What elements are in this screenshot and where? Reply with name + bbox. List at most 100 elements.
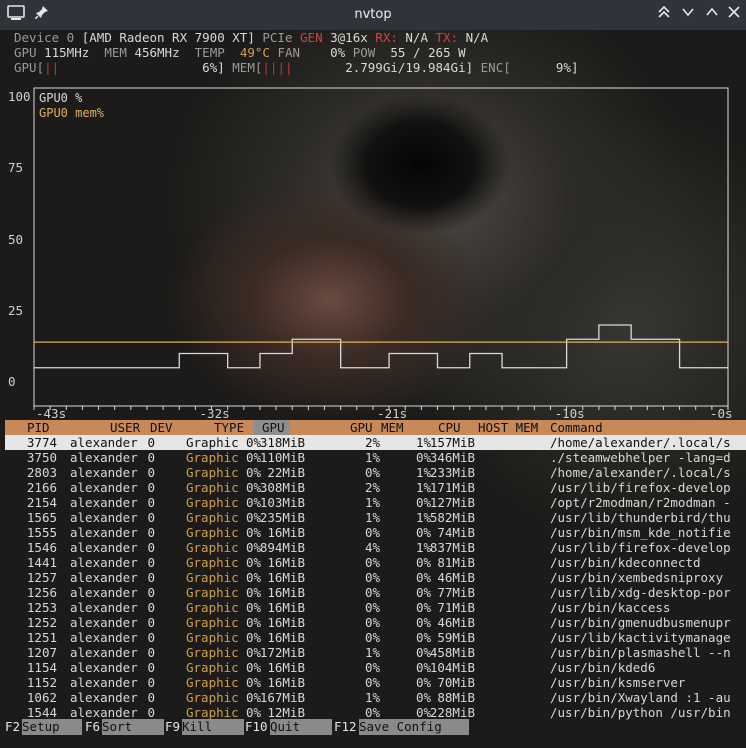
table-row[interactable]: 1546 alexander 0 Graphic 0% 894MiB 4% 1% 837MiB /… — [5, 540, 746, 555]
fkey-sort-button[interactable]: Sort — [102, 719, 164, 735]
cell-type: Graphic — [186, 645, 239, 660]
table-row[interactable]: 1152 alexander 0 Graphic 0% 16MiB 0% 0% 70MiB/us… — [5, 675, 746, 690]
col-cpu[interactable]: CPU — [438, 420, 461, 435]
power-label: POW — [352, 45, 376, 60]
cell-host-mem: 74MiB — [437, 525, 475, 540]
cell-gpu-mem: 16MiB — [267, 585, 305, 600]
table-row[interactable]: 1544 alexander 0 Graphic 0% 12MiB 0% 0% 228MiB/u… — [5, 705, 746, 720]
fkey-f9: F9 — [165, 719, 181, 734]
cell-host-mem: 59MiB — [437, 630, 475, 645]
pcie-label: PCIe — [262, 30, 293, 45]
table-row[interactable]: 2154 alexander 0 Graphic 0% 103MiB 1% 0% 127MiB /… — [5, 495, 746, 510]
col-command[interactable]: Command — [550, 420, 603, 435]
table-row[interactable]: 3750 alexander 0 Graphic 0% 110MiB 1% 0% 346MiB.… — [5, 450, 746, 465]
cell-user: alexander — [70, 690, 138, 705]
cell-user: alexander — [70, 480, 138, 495]
cell-command: /usr/bin/msm_kde_notifie — [550, 525, 731, 540]
cell-host-mem: 71MiB — [437, 600, 475, 615]
pcie-gen: 3@16x — [330, 30, 368, 45]
minimize-icon[interactable] — [678, 5, 698, 25]
process-table-header[interactable]: PID USER DEV TYPE GPU GPU MEM CPU HOST M… — [5, 420, 746, 435]
fkey-kill-button[interactable]: Kill — [182, 719, 244, 735]
cell-gpu-mem: 16MiB — [267, 555, 305, 570]
gpu-bar-label: GPU[ — [14, 60, 45, 75]
cell-gpu-mem: 16MiB — [267, 675, 305, 690]
table-row[interactable]: 1251 alexander 0 Graphic 0% 16MiB 0% 0% 59MiB/us… — [5, 630, 746, 645]
cell-host-mem: 88MiB — [437, 690, 475, 705]
close-icon[interactable] — [724, 5, 744, 25]
col-type[interactable]: TYPE — [214, 420, 244, 435]
cell-host-mem: 171MiB — [429, 480, 475, 495]
cell-dev: 0 — [147, 450, 155, 465]
cell-dev: 0 — [147, 645, 155, 660]
window-title: nvtop — [354, 7, 392, 22]
cell-gpu-mem: 16MiB — [267, 615, 305, 630]
fkey-save-config-button[interactable]: Save Config — [359, 719, 469, 735]
cell-dev: 0 — [147, 570, 155, 585]
cell-pid: 1555 — [26, 525, 57, 540]
cell-user: alexander — [70, 615, 138, 630]
col-host-mem[interactable]: HOST MEM — [478, 420, 538, 435]
cell-gpu-mem: 308MiB — [259, 480, 305, 495]
mem-clock: 456MHz — [134, 45, 180, 60]
window-titlebar[interactable]: nvtop — [0, 0, 746, 30]
table-row[interactable]: 1253 alexander 0 Graphic 0% 16MiB 0% 0% 71MiB/us… — [5, 600, 746, 615]
cell-dev: 0 — [147, 600, 155, 615]
col-mem[interactable]: MEM — [381, 420, 404, 435]
fkey-f12: F12 — [334, 719, 357, 734]
cell-dev: 0 — [147, 585, 155, 600]
table-row[interactable]: 2803 alexander 0 Graphic 0% 22MiB 0% 1% 233MiB/h… — [5, 465, 746, 480]
fkey-quit-button[interactable]: Quit — [270, 719, 332, 735]
maximize-icon[interactable] — [702, 5, 722, 25]
cell-pid: 1253 — [26, 600, 57, 615]
cell-pid: 1251 — [26, 630, 57, 645]
cell-mem: 1% — [364, 690, 380, 705]
cell-dev: 0 — [147, 675, 155, 690]
gpu-clock-label: GPU — [14, 45, 37, 60]
cell-type: Graphic — [186, 615, 239, 630]
table-row[interactable]: 1257 alexander 0 Graphic 0% 16MiB 0% 0% 46MiB/us… — [5, 570, 746, 585]
table-row[interactable]: 1256 alexander 0 Graphic 0% 16MiB 0% 0% 77MiB/us… — [5, 585, 746, 600]
cell-mem: 0% — [364, 600, 380, 615]
table-row[interactable]: 1252 alexander 0 Graphic 0% 16MiB 0% 0% 46MiB/us… — [5, 615, 746, 630]
table-row[interactable]: 1207 alexander 0 Graphic 0% 172MiB 1% 0% 458MiB /… — [5, 645, 746, 660]
tx-label: TX: — [435, 30, 459, 45]
cell-type: Graphic — [186, 525, 239, 540]
utilization-chart: 100 75 50 25 0 -43s -32s -21s -10s -0s GPU0 % GP… — [0, 82, 746, 422]
cell-user: alexander — [70, 600, 138, 615]
y-tick-label: 25 — [8, 302, 24, 318]
cell-mem: 1% — [364, 450, 380, 465]
table-row[interactable]: 1565 alexander 0 Graphic 0% 235MiB 1% 1% 582MiB /… — [5, 510, 746, 525]
table-row[interactable]: 1555 alexander 0 Graphic 0% 16MiB 0% 0% 74MiB/us… — [5, 525, 746, 540]
table-row[interactable]: 1062 alexander 0 Graphic 0% 167MiB 1% 0% 88MiB/u… — [5, 690, 746, 705]
cell-command: /usr/bin/kaccess — [550, 600, 671, 615]
col-pid[interactable]: PID — [27, 420, 50, 435]
col-dev[interactable]: DEV — [150, 420, 173, 435]
cell-user: alexander — [70, 660, 138, 675]
cell-mem: 0% — [364, 705, 380, 720]
table-row[interactable]: 1441 alexander 0 Graphic 0% 16MiB 0% 0% 81MiB/us… — [5, 555, 746, 570]
x-tick-label: -21s — [377, 406, 408, 421]
cell-pid: 2803 — [26, 465, 57, 480]
chart-svg — [33, 87, 729, 410]
table-row[interactable]: 1154 alexander 0 Graphic 0% 16MiB 0% 0% 104MiB/u… — [5, 660, 746, 675]
fkey-setup-button[interactable]: Setup — [22, 719, 82, 735]
cell-gpu-mem: 167MiB — [259, 690, 305, 705]
cell-command: /usr/bin/python /usr/bin — [550, 705, 731, 720]
cell-dev: 0 — [147, 435, 155, 450]
cell-user: alexander — [70, 645, 138, 660]
keep-above-icon[interactable] — [654, 5, 674, 25]
cell-pid: 1257 — [26, 570, 57, 585]
table-row[interactable]: 2166 alexander 0 Graphic 0% 308MiB 2% 1% 171MiB /… — [5, 480, 746, 495]
cell-host-mem: 346MiB — [429, 450, 475, 465]
col-user[interactable]: USER — [110, 420, 140, 435]
temperature: 49°C — [239, 45, 270, 60]
gen-label: GEN — [300, 30, 323, 45]
cell-user: alexander — [70, 435, 138, 450]
table-row-selected[interactable]: 3774 alexander 0 Graphic 0% 318MiB 2% 1% 157MiB /… — [5, 435, 746, 450]
col-gpu-mem[interactable]: GPU — [350, 420, 373, 435]
mem-bar-label: MEM[ — [232, 60, 263, 75]
cell-command: /usr/bin/xembedsniproxy — [550, 570, 724, 585]
cell-type: Graphic — [186, 510, 239, 525]
col-gpu-util[interactable]: GPU — [254, 420, 290, 435]
